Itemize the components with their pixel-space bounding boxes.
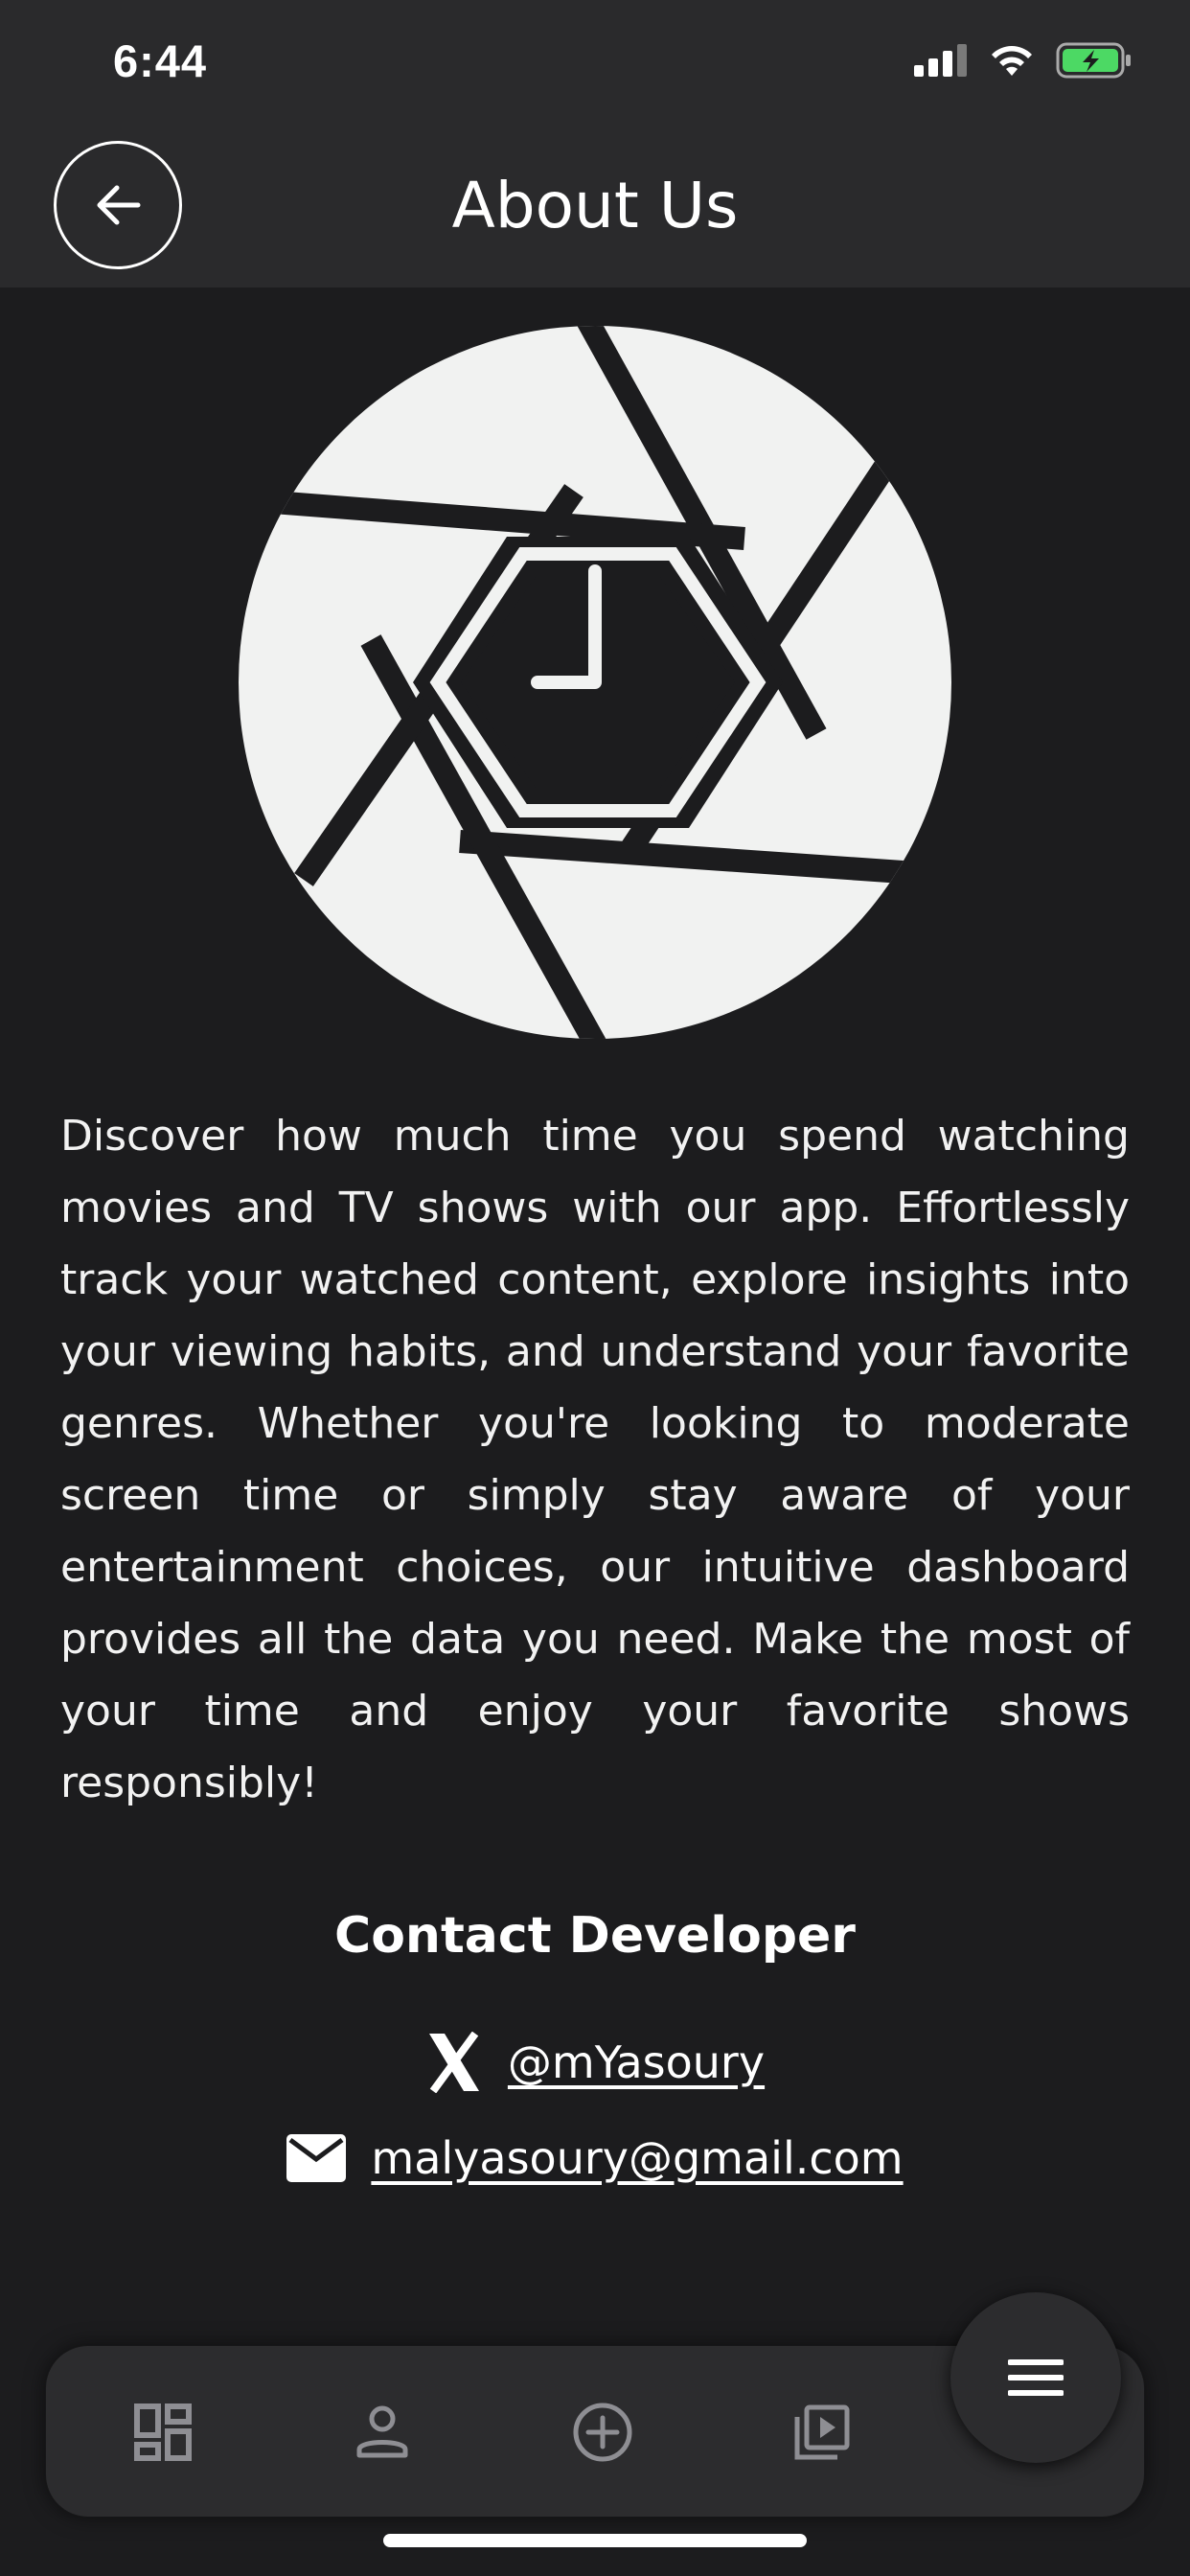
home-indicator	[383, 2534, 807, 2547]
tab-watched[interactable]	[784, 2394, 860, 2471]
dashboard-icon	[134, 2404, 192, 2461]
battery-charging-icon	[1056, 42, 1131, 79]
navigation-bar: About Us	[0, 134, 1190, 288]
status-icons	[914, 42, 1133, 79]
tab-add[interactable]	[564, 2394, 641, 2471]
video-library-icon	[794, 2404, 850, 2460]
twitter-handle-link[interactable]: @mYasoury	[508, 2036, 765, 2088]
status-bar: 6:44	[0, 0, 1190, 134]
camera-aperture-clock-icon	[239, 326, 951, 1039]
add-circle-icon	[573, 2403, 632, 2462]
email-contact-row[interactable]: malyasoury@gmail.com	[0, 2132, 1190, 2184]
tab-dashboard[interactable]	[125, 2394, 201, 2471]
x-logo-icon	[428, 2032, 479, 2093]
menu-icon	[1008, 2359, 1064, 2396]
status-time: 6:44	[113, 35, 208, 86]
about-description: Discover how much time you spend watchin…	[60, 1112, 1130, 1807]
signal-icon	[914, 44, 967, 77]
contact-title: Contact Developer	[334, 1907, 856, 1965]
mail-icon	[286, 2134, 347, 2182]
person-icon	[356, 2405, 408, 2458]
page-title: About Us	[451, 169, 739, 242]
tab-profile[interactable]	[344, 2394, 421, 2471]
email-link[interactable]: malyasoury@gmail.com	[371, 2132, 903, 2184]
menu-button[interactable]	[950, 2292, 1121, 2463]
wifi-icon	[992, 46, 1032, 76]
twitter-contact-row[interactable]: @mYasoury	[0, 2032, 1190, 2093]
